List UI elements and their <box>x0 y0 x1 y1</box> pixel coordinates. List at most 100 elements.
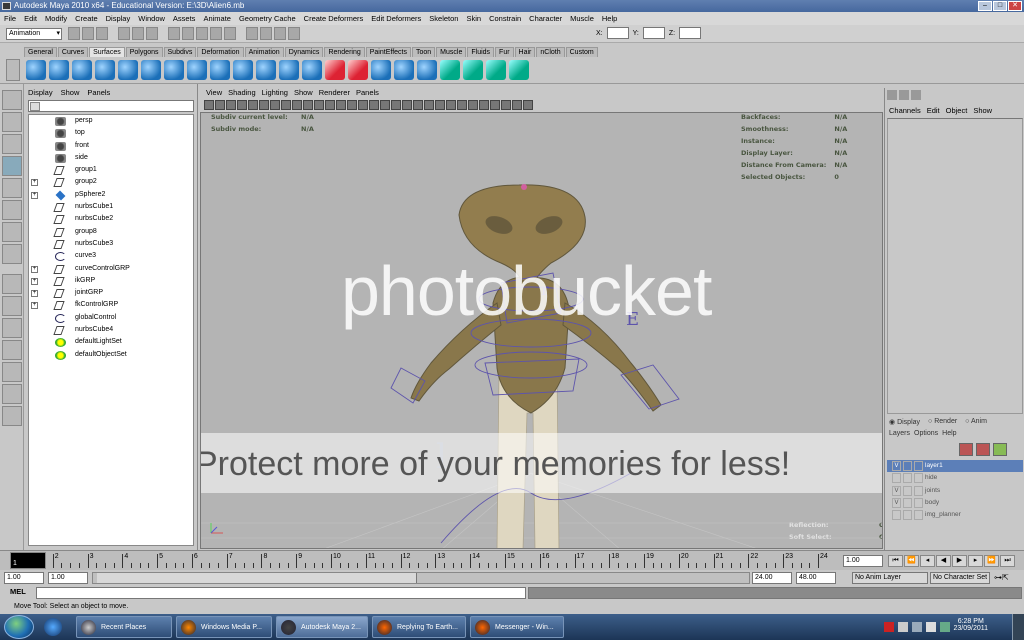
layer-row-joints[interactable]: Vjoints <box>887 485 1023 497</box>
move-tool-icon[interactable] <box>2 156 22 176</box>
tab-hair[interactable]: Hair <box>514 47 536 57</box>
shelf-tool-icon[interactable] <box>279 60 299 80</box>
menu-geometry-cache[interactable]: Geometry Cache <box>239 14 296 23</box>
paint-select-tool-icon[interactable] <box>2 134 22 154</box>
key-icon[interactable]: ⊶⇱ <box>994 573 1020 583</box>
channelbox-menu-edit[interactable]: Edit <box>927 106 940 115</box>
show-channelbox-icon[interactable] <box>887 90 897 100</box>
anim-layer-dropdown[interactable]: No Anim Layer <box>852 572 928 584</box>
outliner-filter-input[interactable] <box>28 100 194 112</box>
shelf-tool-icon[interactable] <box>256 60 276 80</box>
outliner-item-side[interactable]: side <box>29 152 193 164</box>
radio-icon[interactable]: ◉ <box>889 419 895 426</box>
tab-toon[interactable]: Toon <box>411 47 436 57</box>
step-forward-key-button[interactable]: ⏩ <box>984 555 999 567</box>
step-back-button[interactable]: ◂ <box>920 555 935 567</box>
shelf-tool-icon[interactable] <box>325 60 345 80</box>
layer-color-swatch[interactable] <box>914 510 923 521</box>
new-layer-selected-icon[interactable] <box>976 443 990 456</box>
tab-general[interactable]: General <box>24 47 57 57</box>
tab-polygons[interactable]: Polygons <box>125 47 163 57</box>
layer-visibility-toggle[interactable]: V <box>892 497 901 508</box>
viewport-menu-show[interactable]: Show <box>294 88 313 99</box>
layer-radio-render[interactable]: ○ Render <box>928 418 957 426</box>
select-hierarchy-icon[interactable] <box>118 27 130 40</box>
layer-visibility-toggle[interactable] <box>892 510 901 521</box>
character-set-dropdown[interactable]: No Character Set <box>930 572 990 584</box>
menu-modify[interactable]: Modify <box>45 14 67 23</box>
outliner-item-curvecontrolgrp[interactable]: + curveControlGRP <box>29 263 193 275</box>
expand-icon[interactable]: + <box>31 179 38 187</box>
select-object-icon[interactable] <box>132 27 144 40</box>
viewport-tool-icon[interactable] <box>259 100 269 110</box>
show-desktop-button[interactable] <box>1012 614 1024 640</box>
start-button[interactable] <box>4 615 34 639</box>
viewport-tool-icon[interactable] <box>325 100 335 110</box>
layer-type-toggle[interactable] <box>903 473 912 484</box>
viewport-tool-icon[interactable] <box>435 100 445 110</box>
outliner-item-persp[interactable]: persp <box>29 115 193 127</box>
taskbar-messenger-win[interactable]: Messenger - Win... <box>470 616 564 638</box>
shelf-tool-icon[interactable] <box>463 60 483 80</box>
shelf-tool-icon[interactable] <box>164 60 184 80</box>
layer-color-swatch[interactable] <box>914 473 923 484</box>
taskbar-windows-media-p[interactable]: Windows Media P... <box>176 616 272 638</box>
layer-radio-display[interactable]: ◉ Display <box>889 418 920 426</box>
shelf-tool-icon[interactable] <box>348 60 368 80</box>
expand-icon[interactable]: + <box>31 290 38 298</box>
outliner-menu-panels[interactable]: Panels <box>87 88 110 97</box>
viewport-tool-icon[interactable] <box>303 100 313 110</box>
tab-deformation[interactable]: Deformation <box>197 47 244 57</box>
viewport-tool-icon[interactable] <box>523 100 533 110</box>
viewport-tool-icon[interactable] <box>270 100 280 110</box>
viewport-tool-icon[interactable] <box>402 100 412 110</box>
outliner-item-fkcontrolgrp[interactable]: + fkControlGRP <box>29 299 193 311</box>
menu-muscle[interactable]: Muscle <box>570 14 594 23</box>
menu-assets[interactable]: Assets <box>173 14 196 23</box>
tab-dynamics[interactable]: Dynamics <box>284 47 324 57</box>
viewport-menu-shading[interactable]: Shading <box>228 88 256 99</box>
playback-end-field[interactable]: 24.00 <box>752 572 792 584</box>
select-component-icon[interactable] <box>146 27 158 40</box>
menu-file[interactable]: File <box>4 14 16 23</box>
outliner-item-ikgrp[interactable]: + ikGRP <box>29 275 193 287</box>
outliner-item-group8[interactable]: group8 <box>29 226 193 238</box>
viewport-tool-icon[interactable] <box>226 100 236 110</box>
render-icon[interactable] <box>260 27 272 40</box>
shelf-tool-icon[interactable] <box>233 60 253 80</box>
layout-single-icon[interactable] <box>2 274 22 294</box>
go-start-button[interactable]: ⏮ <box>888 555 903 567</box>
menu-window[interactable]: Window <box>138 14 165 23</box>
tab-animation[interactable]: Animation <box>244 47 284 57</box>
layer-visibility-toggle[interactable]: V <box>892 485 901 496</box>
outliner-menu-show[interactable]: Show <box>61 88 80 97</box>
shelf-tool-icon[interactable] <box>302 60 322 80</box>
go-end-button[interactable]: ⏭ <box>1000 555 1015 567</box>
shelf-tool-icon[interactable] <box>509 60 529 80</box>
menu-skeleton[interactable]: Skeleton <box>429 14 458 23</box>
expand-icon[interactable]: + <box>31 191 38 199</box>
render-settings-icon[interactable] <box>288 27 300 40</box>
taskbar-recent-places[interactable]: Recent Places <box>76 616 172 638</box>
outliner-item-psphere2[interactable]: + pSphere2 <box>29 189 193 201</box>
time-slider[interactable]: 123456789101112131415161718192021222324 … <box>0 550 1024 570</box>
layout-dopesheet-icon[interactable] <box>2 384 22 404</box>
shelf-tool-icon[interactable] <box>394 60 414 80</box>
viewport-tool-icon[interactable] <box>479 100 489 110</box>
play-forward-button[interactable]: ▶ <box>952 555 967 567</box>
close-button[interactable]: ✕ <box>1008 1 1022 11</box>
maximize-button[interactable]: □ <box>993 1 1007 11</box>
layout-graph-icon[interactable] <box>2 340 22 360</box>
shelf-tool-icon[interactable] <box>210 60 230 80</box>
expand-icon[interactable]: + <box>31 277 38 285</box>
playback-start-field[interactable]: 1.00 <box>48 572 88 584</box>
show-attr-icon[interactable] <box>899 90 909 100</box>
tray-up-icon[interactable] <box>898 622 908 632</box>
outliner-item-nurbscube2[interactable]: nurbsCube2 <box>29 213 193 225</box>
outliner-item-top[interactable]: top <box>29 127 193 139</box>
shelf-tool-icon[interactable] <box>141 60 161 80</box>
expand-icon[interactable]: + <box>31 265 38 273</box>
tab-rendering[interactable]: Rendering <box>324 47 365 57</box>
menu-help[interactable]: Help <box>602 14 617 23</box>
outliner-item-group1[interactable]: group1 <box>29 164 193 176</box>
